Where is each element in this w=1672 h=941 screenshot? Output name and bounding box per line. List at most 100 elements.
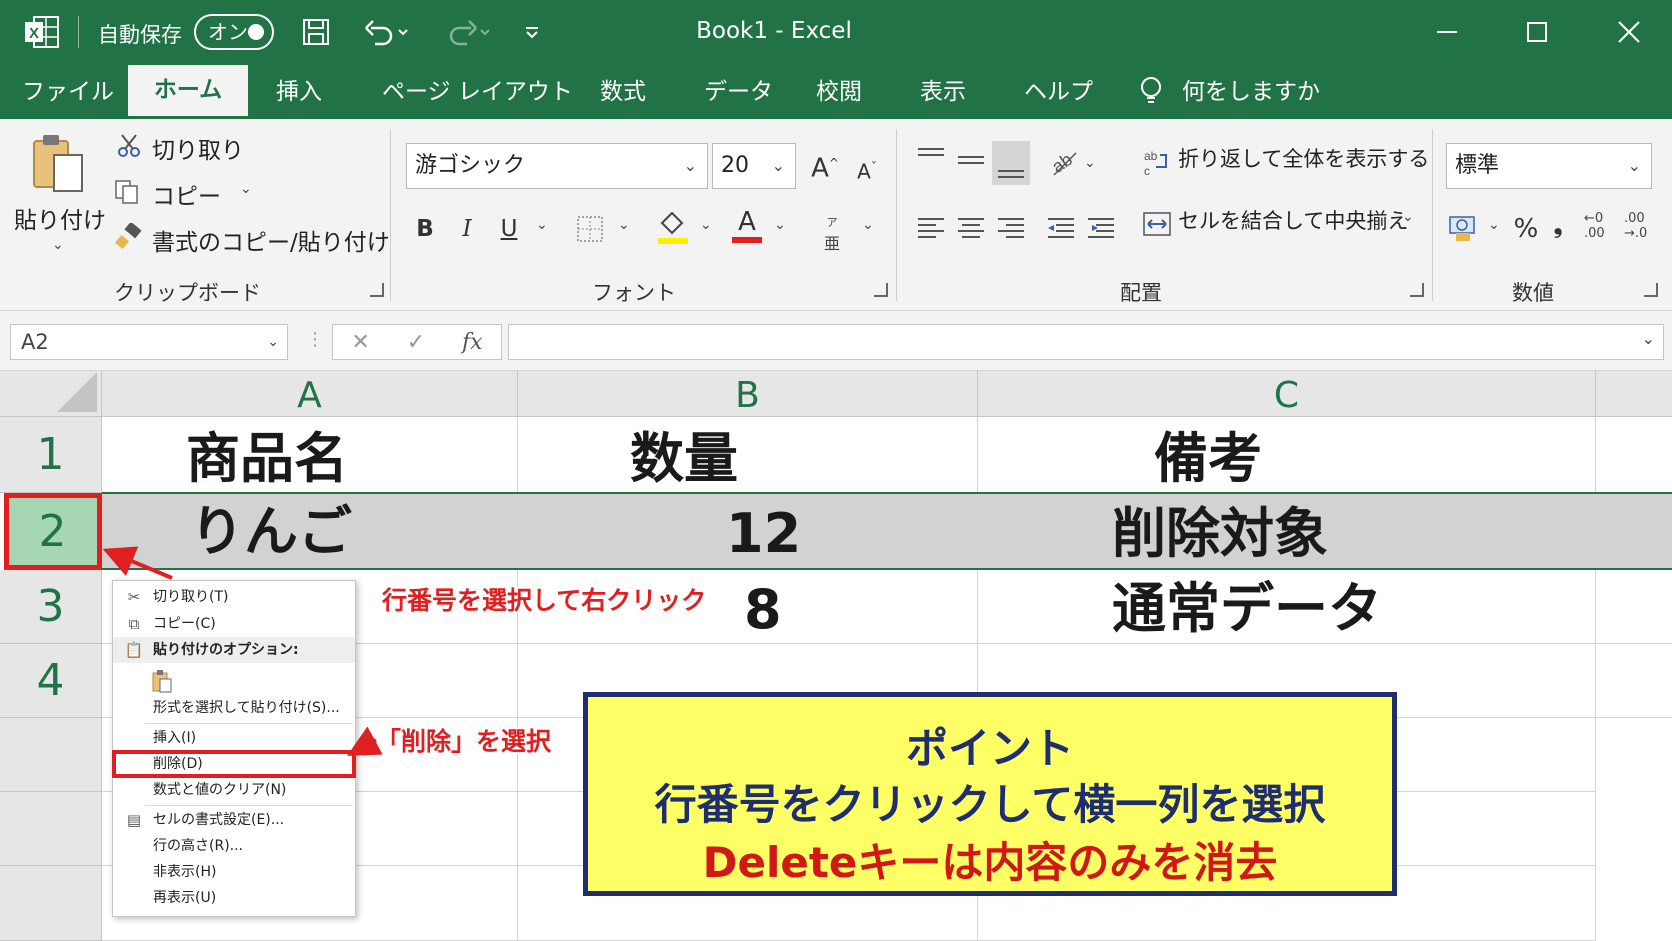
phonetic-button[interactable]: ア亜 [820, 211, 844, 254]
cancel-icon[interactable]: ✕ [351, 330, 369, 355]
menu-label-unhide: 再表示(U) [153, 890, 217, 906]
column-header-a[interactable]: A [102, 371, 518, 417]
comma-button[interactable]: ❟ [1548, 207, 1568, 247]
number-format-combo[interactable]: 標準 ⌄ [1446, 143, 1652, 189]
maximize-icon[interactable] [1517, 12, 1557, 52]
tab-home[interactable]: ホーム [128, 65, 248, 119]
underline-button[interactable]: U [494, 209, 524, 249]
formula-input[interactable]: ⌄ [508, 324, 1664, 360]
accounting-format-icon[interactable] [1448, 213, 1480, 243]
increase-decimal-button[interactable]: ←0 .00 [1584, 211, 1618, 241]
select-all-corner[interactable] [0, 371, 102, 417]
menu-item-delete[interactable]: 削除(D) [112, 750, 356, 778]
menu-item-paste[interactable] [113, 665, 355, 695]
tab-file[interactable]: ファイル [22, 65, 114, 119]
copy-icon[interactable] [114, 179, 140, 205]
cell-b2[interactable]: 12 [518, 494, 978, 568]
tab-view[interactable]: 表示 [920, 65, 966, 119]
tab-page-layout[interactable]: ページ レイアウト [382, 65, 573, 119]
font-size-combo[interactable]: 20 ⌄ [712, 143, 796, 189]
name-box[interactable]: A2 ⌄ [10, 324, 288, 360]
tab-review[interactable]: 校閲 [816, 65, 862, 119]
tell-me-search[interactable]: 何をしますか [1182, 65, 1320, 119]
merge-center-icon[interactable] [1142, 209, 1172, 239]
fill-color-dropdown-icon[interactable]: ⌄ [700, 217, 712, 233]
decrease-decimal-button[interactable]: .00 →.0 [1624, 211, 1658, 241]
tab-formulas[interactable]: 数式 [600, 65, 646, 119]
merge-dropdown-icon[interactable]: ⌄ [1402, 209, 1414, 225]
font-name-combo[interactable]: 游ゴシック ⌄ [406, 143, 708, 189]
borders-icon[interactable] [576, 215, 606, 243]
cell-c2[interactable]: 削除対象 [978, 494, 1596, 568]
menu-item-clear-contents[interactable]: 数式と値のクリア(N) [113, 777, 355, 803]
underline-dropdown-icon[interactable]: ⌄ [536, 217, 548, 233]
menu-item-hide[interactable]: 非表示(H) [113, 859, 355, 885]
row-header-4[interactable]: 4 [0, 644, 102, 718]
grow-font-button[interactable]: A^ [808, 143, 842, 184]
close-icon[interactable] [1609, 12, 1649, 52]
clipboard-launcher-icon[interactable] [370, 283, 384, 297]
format-painter-icon[interactable] [114, 221, 142, 251]
tab-help[interactable]: ヘルプ [1024, 65, 1093, 119]
percent-button[interactable]: % [1510, 209, 1542, 249]
wrap-text-icon[interactable]: ab c [1142, 147, 1170, 178]
menu-item-unhide[interactable]: 再表示(U) [113, 885, 355, 911]
row-header-1[interactable]: 1 [0, 417, 102, 493]
cell-a1[interactable]: 商品名 [102, 417, 518, 493]
font-color-dropdown-icon[interactable]: ⌄ [774, 217, 786, 233]
column-header-d[interactable] [1596, 371, 1672, 417]
borders-dropdown-icon[interactable]: ⌄ [618, 217, 630, 233]
column-header-b[interactable]: B [518, 371, 978, 417]
minimize-icon[interactable] [1427, 12, 1467, 52]
italic-button[interactable]: I [452, 209, 482, 249]
menu-item-row-height[interactable]: 行の高さ(R)... [113, 833, 355, 859]
cell-a2[interactable]: りんご [102, 494, 518, 568]
cell-d1[interactable] [1596, 417, 1672, 493]
shrink-font-button[interactable]: Aˇ [852, 147, 882, 187]
cell-b1[interactable]: 数量 [518, 417, 978, 493]
expand-formula-icon[interactable]: ⌄ [1642, 329, 1655, 348]
cell-d3[interactable] [1596, 570, 1672, 644]
menu-item-paste-special[interactable]: 形式を選択して貼り付け(S)... [113, 695, 355, 721]
row-header-2[interactable]: 2 [4, 493, 102, 570]
enter-icon[interactable]: ✓ [407, 330, 425, 355]
format-painter-button[interactable]: 書式のコピー/貼り付け [152, 223, 390, 257]
fill-color-icon[interactable] [656, 209, 690, 245]
point-line-1: 行番号をクリックして横一列を選択 [654, 780, 1326, 829]
font-launcher-icon[interactable] [874, 283, 888, 297]
row-header-3[interactable]: 3 [0, 570, 102, 644]
menu-item-copy[interactable]: ⧉ コピー(C) [113, 611, 355, 637]
menu-item-format-cells[interactable]: ▤ セルの書式設定(E)... [113, 807, 355, 833]
formula-bar: A2 ⌄ ⋮ ✕ ✓ fx ⌄ [0, 311, 1672, 371]
cell-c1[interactable]: 備考 [978, 417, 1596, 493]
row-header-7[interactable] [0, 866, 102, 941]
paste-icon[interactable] [30, 131, 86, 201]
menu-item-insert[interactable]: 挿入(I) [113, 725, 355, 751]
wrap-text-button[interactable]: 折り返して全体を表示する [1178, 143, 1429, 173]
insert-function-icon[interactable]: fx [462, 330, 483, 355]
cell-d4[interactable] [1596, 644, 1672, 718]
tab-data[interactable]: データ [704, 65, 773, 119]
merge-center-button[interactable]: セルを結合して中央揃え [1178, 205, 1408, 235]
row-header-5[interactable] [0, 718, 102, 792]
menu-item-cut[interactable]: ✂ 切り取り(T) [113, 584, 355, 610]
alignment-launcher-icon[interactable] [1410, 283, 1424, 297]
tab-insert[interactable]: 挿入 [276, 65, 322, 119]
cut-button[interactable]: 切り取り [152, 131, 244, 165]
phonetic-dropdown-icon[interactable]: ⌄ [862, 217, 874, 233]
paste-button[interactable]: 貼り付け [14, 201, 106, 235]
row-header-6[interactable] [0, 792, 102, 866]
font-color-icon[interactable]: A [730, 207, 764, 245]
accounting-dropdown-icon[interactable]: ⌄ [1488, 217, 1500, 233]
bold-button[interactable]: B [410, 209, 440, 249]
scissors-icon[interactable] [116, 133, 142, 159]
copy-dropdown-icon[interactable]: ⌄ [240, 181, 252, 197]
text-orientation-icon[interactable]: ab [1048, 145, 1080, 179]
cell-d2[interactable] [1596, 494, 1672, 568]
orientation-dropdown-icon[interactable]: ⌄ [1084, 155, 1096, 171]
copy-button[interactable]: コピー [152, 177, 221, 211]
column-header-c[interactable]: C [978, 371, 1596, 417]
paste-dropdown-icon[interactable]: ⌄ [52, 237, 64, 253]
number-launcher-icon[interactable] [1644, 283, 1658, 297]
cell-c3[interactable]: 通常データ [978, 570, 1596, 644]
